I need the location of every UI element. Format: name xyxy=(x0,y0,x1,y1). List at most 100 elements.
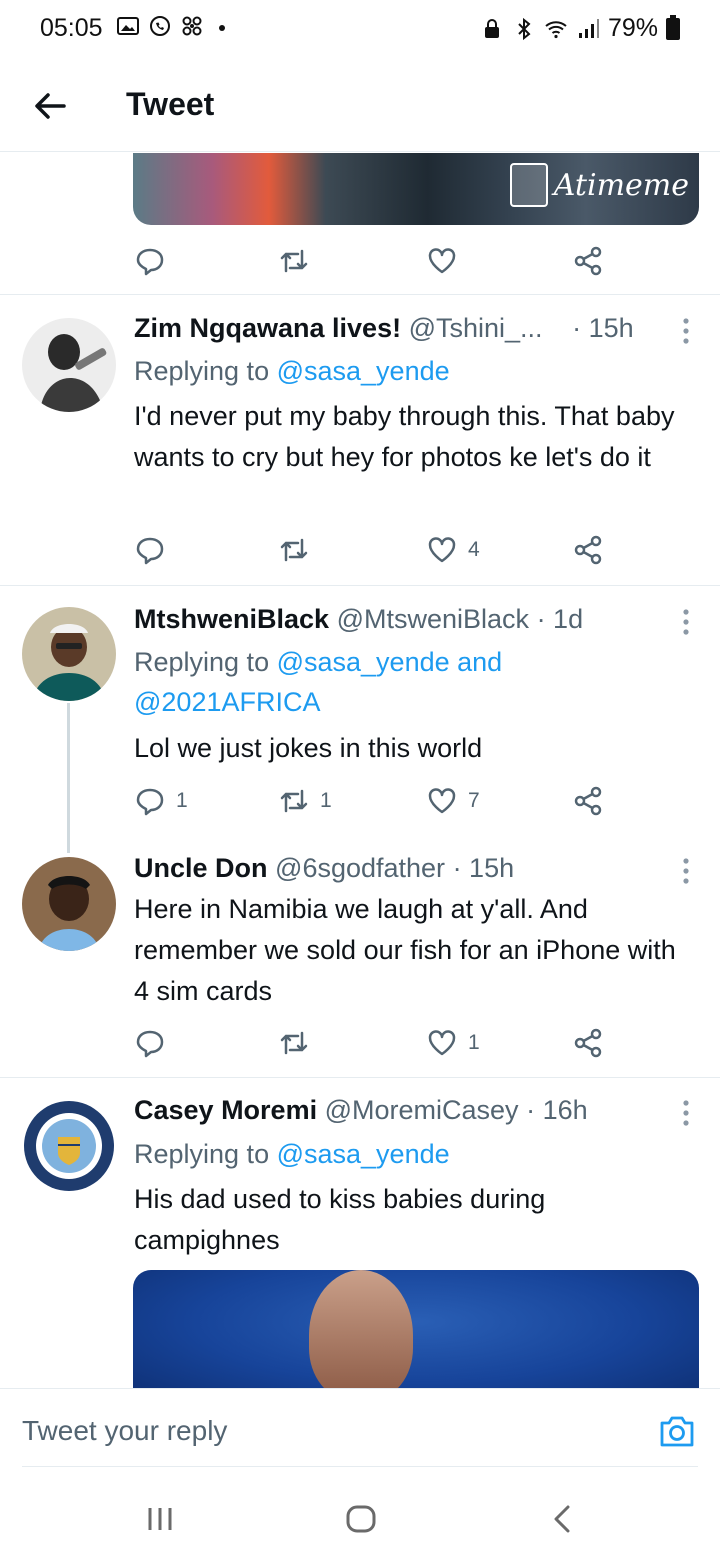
display-name[interactable]: Casey Moremi xyxy=(134,1095,317,1125)
reply-icon xyxy=(136,248,164,276)
retweet-action[interactable] xyxy=(278,534,310,566)
reply-action[interactable] xyxy=(134,534,166,566)
reply-underline xyxy=(22,1466,698,1467)
watermark-text: Atimeme xyxy=(553,167,689,203)
camera-icon[interactable] xyxy=(658,1413,696,1449)
battery-percent: 79% xyxy=(607,14,658,42)
avatar[interactable] xyxy=(22,318,116,412)
back-arrow-icon[interactable] xyxy=(30,86,70,126)
reply-action[interactable] xyxy=(134,245,166,277)
user-handle[interactable]: @MoremiCasey xyxy=(325,1095,519,1125)
fan-icon xyxy=(182,16,202,36)
replying-to: Replying to @sasa_yende xyxy=(134,1134,694,1174)
heart-icon xyxy=(428,1030,456,1056)
more-options-icon[interactable] xyxy=(682,857,690,885)
status-time: 05:05 xyxy=(40,14,103,42)
like-count: 1 xyxy=(468,1031,480,1054)
recent-apps-icon[interactable] xyxy=(144,1504,176,1534)
tweet-media-image[interactable] xyxy=(133,1270,699,1388)
user-handle[interactable]: @Tshini_... xyxy=(409,313,543,343)
like-action[interactable]: 1 xyxy=(426,1027,480,1059)
signal-icon xyxy=(578,18,599,38)
tweet-header: Uncle Don @6sgodfather · 15h xyxy=(134,853,514,884)
replying-to-handle-2[interactable]: @2021AFRICA xyxy=(134,687,320,717)
avatar[interactable] xyxy=(22,857,116,951)
tweet-text: Here in Namibia we laugh at y'all. And r… xyxy=(134,894,676,1006)
wifi-icon xyxy=(545,20,567,38)
photo-subject xyxy=(309,1270,413,1388)
heart-icon xyxy=(428,537,456,563)
share-action[interactable] xyxy=(572,785,604,817)
avatar[interactable] xyxy=(22,607,116,701)
reply-composer-bar: Tweet your reply xyxy=(0,1388,720,1468)
thread-line xyxy=(67,703,70,853)
tweet-header: MtshweniBlack @MtsweniBlack · 1d xyxy=(134,604,583,635)
tweet-reply-input[interactable]: Tweet your reply xyxy=(22,1415,227,1447)
battery-icon xyxy=(666,14,680,40)
system-nav-bar xyxy=(0,1468,720,1560)
avatar[interactable] xyxy=(22,1099,116,1193)
retweet-icon xyxy=(280,789,308,813)
more-options-icon[interactable] xyxy=(682,608,690,636)
tweet-time: · 15h xyxy=(572,313,634,343)
heart-icon xyxy=(428,788,456,814)
page-title: Tweet xyxy=(126,86,215,122)
retweet-icon xyxy=(280,538,308,562)
heart-icon xyxy=(428,248,456,274)
dot-icon xyxy=(219,25,225,31)
like-action[interactable] xyxy=(426,245,458,277)
like-action[interactable]: 7 xyxy=(426,785,480,817)
display-name[interactable]: Uncle Don xyxy=(134,853,268,883)
user-handle[interactable]: @6sgodfather xyxy=(275,853,445,883)
retweet-icon xyxy=(280,249,308,273)
replying-to-handle[interactable]: @sasa_yende and xyxy=(277,647,503,677)
share-action[interactable] xyxy=(572,1027,604,1059)
retweet-icon xyxy=(280,1031,308,1055)
tweet-text: His dad used to kiss babies during campi… xyxy=(134,1184,546,1255)
tweet-time: · 16h xyxy=(526,1095,588,1125)
reply-action[interactable]: 1 xyxy=(134,785,188,817)
tweet-header: Zim Ngqawana lives! @Tshini_... · 15h xyxy=(134,313,634,344)
share-icon xyxy=(574,1028,602,1058)
status-left-icons xyxy=(116,14,236,38)
replying-to: Replying to @sasa_yende xyxy=(134,351,694,391)
whatsapp-icon xyxy=(150,16,170,36)
tweet-header: Casey Moremi @MoremiCasey · 16h xyxy=(134,1095,588,1126)
watermark: Atimeme xyxy=(509,163,689,207)
replying-to-handle[interactable]: @sasa_yende xyxy=(277,1139,450,1169)
watermark-logo-icon xyxy=(509,163,548,207)
tweet-divider xyxy=(0,294,720,295)
reply-action[interactable] xyxy=(134,1027,166,1059)
like-count: 7 xyxy=(468,789,480,812)
more-options-icon[interactable] xyxy=(682,1099,690,1127)
retweet-action[interactable] xyxy=(278,245,310,277)
replying-to-label: Replying to xyxy=(134,1139,277,1169)
gallery-icon xyxy=(117,17,139,35)
back-icon[interactable] xyxy=(548,1504,580,1534)
share-action[interactable] xyxy=(572,245,604,277)
share-icon xyxy=(574,246,602,276)
bluetooth-icon xyxy=(518,17,531,40)
retweet-action[interactable] xyxy=(278,1027,310,1059)
tweet-time: · 1d xyxy=(536,604,584,634)
reply-icon xyxy=(136,788,164,816)
tweet-actions xyxy=(134,245,614,277)
share-action[interactable] xyxy=(572,534,604,566)
replying-to-label: Replying to xyxy=(134,356,277,386)
tweet-feed[interactable]: Atimeme Zim Ngqawana lives! @Tshini_... … xyxy=(0,153,720,1388)
tweet-divider xyxy=(0,1077,720,1078)
display-name[interactable]: Zim Ngqawana lives! xyxy=(134,313,401,343)
display-name[interactable]: MtshweniBlack xyxy=(134,604,329,634)
reply-icon xyxy=(136,1030,164,1058)
tweet-media-image[interactable]: Atimeme xyxy=(133,153,699,225)
reply-icon xyxy=(136,537,164,565)
like-action[interactable]: 4 xyxy=(426,534,480,566)
replying-to-label: Replying to xyxy=(134,647,277,677)
replying-to-handle[interactable]: @sasa_yende xyxy=(277,356,450,386)
like-count: 4 xyxy=(468,538,480,561)
home-icon[interactable] xyxy=(345,1504,377,1534)
retweet-action[interactable]: 1 xyxy=(278,785,332,817)
reply-count: 1 xyxy=(176,789,188,812)
more-options-icon[interactable] xyxy=(682,317,690,345)
user-handle[interactable]: @MtsweniBlack xyxy=(337,604,529,634)
